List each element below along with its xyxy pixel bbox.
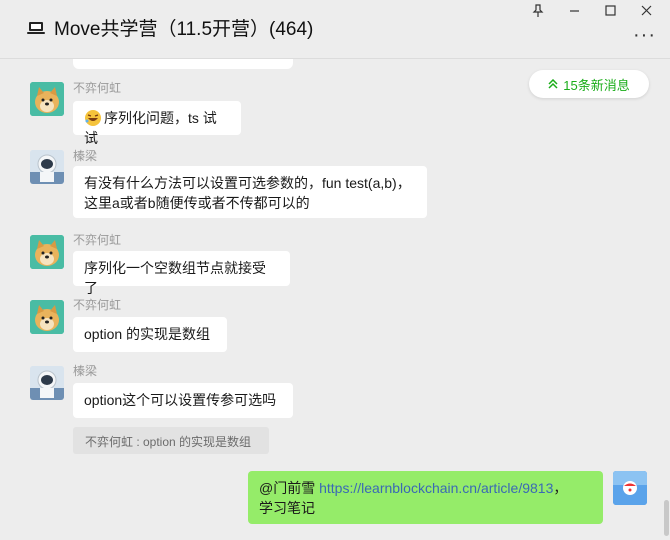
my-avatar-icon: [613, 471, 647, 505]
message-text: option 的实现是数组: [84, 326, 211, 342]
message-text: 序列化一个空数组节点就接受了: [84, 260, 266, 296]
doge-avatar-icon: [30, 300, 64, 334]
sender-name: 榛梁: [73, 364, 98, 378]
pin-icon[interactable]: [530, 2, 546, 18]
astronaut-avatar-icon: [30, 366, 64, 400]
doge-avatar-icon: [30, 235, 64, 269]
avatar[interactable]: [30, 82, 64, 116]
sender-name: 不弈何虹: [73, 298, 122, 312]
laughing-emoji-icon: [84, 109, 102, 127]
doge-avatar-icon: [30, 82, 64, 116]
message-text: option这个可以设置传参可选吗: [84, 392, 277, 408]
sender-name: 不弈何虹: [73, 233, 122, 247]
double-chevron-up-icon: [548, 79, 558, 89]
message-text: ，: [553, 480, 568, 496]
message-text-line: @门前雪 https://learnblockchain.cn/article/…: [259, 478, 592, 498]
title-bar: Move共学营（11.5开营）(464) ···: [0, 0, 670, 59]
avatar[interactable]: [30, 150, 64, 184]
chat-title-text: Move共学营（11.5开营）(464): [54, 19, 314, 40]
new-messages-label: 15条新消息: [563, 77, 630, 93]
my-avatar[interactable]: [613, 471, 647, 505]
laptop-icon: [27, 21, 45, 34]
article-link[interactable]: https://learnblockchain.cn/article/9813: [319, 480, 553, 496]
message-bubble[interactable]: 序列化问题，ts 试试: [73, 101, 241, 146]
quoted-message[interactable]: 不弈何虹 : option 的实现是数组: [73, 427, 269, 454]
maximize-icon[interactable]: [602, 2, 618, 18]
new-messages-button[interactable]: 15条新消息: [529, 70, 649, 98]
message-bubble[interactable]: 序列化一个空数组节点就接受了: [73, 251, 290, 296]
mention[interactable]: @门前雪: [259, 480, 315, 496]
close-icon[interactable]: [638, 2, 654, 18]
chat-history[interactable]: 15条新消息 不弈何虹 序列化问题，ts 试试 榛梁 有没有什么方法可以设置可选…: [0, 59, 670, 540]
message-bubble[interactable]: 有没有什么方法可以设置可选参数的，fun test(a,b)， 这里a或者b随便…: [73, 166, 427, 218]
avatar[interactable]: [30, 300, 64, 334]
more-options-button[interactable]: ···: [633, 24, 656, 47]
message-bubble[interactable]: option 的实现是数组: [73, 317, 227, 352]
message-text-line: 这里a或者b随便传或者不传都可以的: [84, 195, 310, 211]
message-text: 序列化问题，ts 试试: [84, 110, 217, 146]
sender-name: 榛梁: [73, 149, 98, 163]
astronaut-avatar-icon: [30, 150, 64, 184]
chat-title: Move共学营（11.5开营）(464): [26, 14, 313, 41]
avatar[interactable]: [30, 366, 64, 400]
avatar[interactable]: [30, 235, 64, 269]
scrollbar-thumb[interactable]: [664, 500, 669, 536]
message-text-line: 有没有什么方法可以设置可选参数的，fun test(a,b)，: [84, 175, 411, 191]
sender-name: 不弈何虹: [73, 81, 122, 95]
message-bubble[interactable]: option这个可以设置传参可选吗: [73, 383, 293, 418]
message-text-line: 学习笔记: [259, 500, 315, 516]
my-message-bubble[interactable]: @门前雪 https://learnblockchain.cn/article/…: [248, 471, 603, 524]
previous-message-bubble: [73, 59, 293, 69]
minimize-icon[interactable]: [566, 2, 582, 18]
